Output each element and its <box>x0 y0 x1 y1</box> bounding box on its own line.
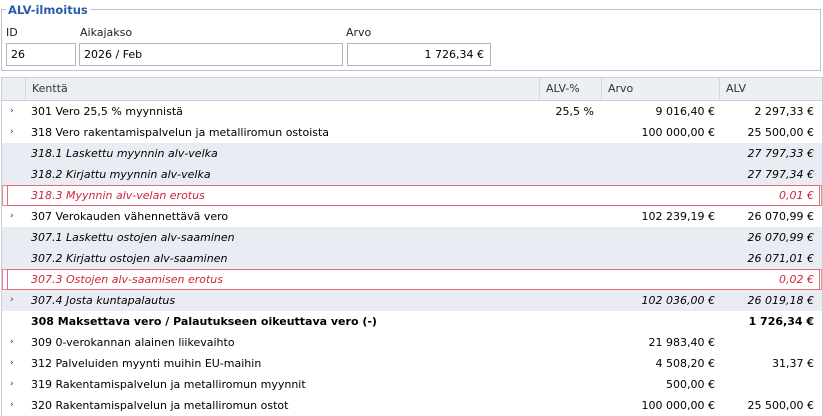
table-row[interactable]: 308 Maksettava vero / Palautukseen oikeu… <box>2 311 822 332</box>
column-header-vat[interactable]: ALV <box>719 78 822 100</box>
row-field-name: 307.4 Josta kuntapalautus <box>31 294 176 307</box>
column-header-field[interactable]: Kenttä <box>25 78 539 100</box>
row-vat-percent <box>539 374 594 395</box>
table-row[interactable]: › 307 Verokauden vähennettävä vero 102 239… <box>2 206 822 227</box>
row-value <box>602 269 715 290</box>
chevron-right-icon[interactable]: › <box>10 395 24 416</box>
row-vat-percent <box>539 185 594 206</box>
period-label: Aikajakso <box>80 26 133 39</box>
row-value: 100 000,00 € <box>641 399 715 412</box>
row-vat: 2 297,33 € <box>754 105 814 118</box>
table-row[interactable]: › 312 Palveluiden myynti muihin EU-maihin… <box>2 353 822 374</box>
row-vat-percent <box>539 353 594 374</box>
row-vat-percent <box>539 164 594 185</box>
chevron-right-icon[interactable]: › <box>10 122 24 143</box>
alv-report-panel: ALV-ilmoitus ID Aikajakso Arvo 26 2026 /… <box>1 3 821 71</box>
row-vat: 26 071,01 € <box>747 252 814 265</box>
column-header-vat-percent[interactable]: ALV-% <box>539 78 601 100</box>
table-row[interactable]: 318.2 Kirjattu myynnin alv-velka 27 797,3… <box>2 164 822 185</box>
table-row[interactable]: 318.1 Laskettu myynnin alv-velka 27 797,3… <box>2 143 822 164</box>
row-vat-percent <box>539 122 594 143</box>
table-row[interactable]: › 319 Rakentamispalvelun ja metalliromun … <box>2 374 822 395</box>
row-value: 102 239,19 € <box>641 210 715 223</box>
chevron-right-icon[interactable]: › <box>10 353 24 374</box>
grid-header: Kenttä ALV-% Arvo ALV <box>2 78 822 101</box>
row-field-name: 312 Palveluiden myynti muihin EU-maihin <box>31 357 262 370</box>
row-vat-percent <box>539 290 594 311</box>
panel-legend: ALV-ilmoitus <box>6 3 90 17</box>
row-field-name: 318.1 Laskettu myynnin alv-velka <box>31 147 218 160</box>
row-value: 100 000,00 € <box>641 126 715 139</box>
table-row[interactable]: 307.1 Laskettu ostojen alv-saaminen 26 07… <box>2 227 822 248</box>
column-header-value[interactable]: Arvo <box>601 78 719 100</box>
chevron-right-icon[interactable]: › <box>10 206 24 227</box>
row-value <box>602 185 715 206</box>
row-value: 102 036,00 € <box>641 294 715 307</box>
period-field[interactable]: 2026 / Feb <box>79 43 343 66</box>
table-row[interactable]: › 320 Rakentamispalvelun ja metalliromun … <box>2 395 822 416</box>
row-vat-percent <box>539 248 594 269</box>
table-row[interactable]: › 301 Vero 25,5 % myynnistä 25,5 % 9 016,40… <box>2 101 822 122</box>
table-row[interactable]: › 318 Vero rakentamispalvelun ja metallir… <box>2 122 822 143</box>
row-vat-percent <box>539 311 594 332</box>
row-vat <box>724 332 814 353</box>
row-field-name: 307 Verokauden vähennettävä vero <box>31 210 229 223</box>
row-value: 21 983,40 € <box>648 336 715 349</box>
row-value <box>602 227 715 248</box>
row-vat: 26 070,99 € <box>747 210 814 223</box>
row-field-name: 320 Rakentamispalvelun ja metalliromun o… <box>31 399 289 412</box>
row-vat-percent <box>539 395 594 416</box>
row-field-name: 301 Vero 25,5 % myynnistä <box>31 105 183 118</box>
row-vat-percent <box>539 206 594 227</box>
row-field-name: 319 Rakentamispalvelun ja metalliromun m… <box>31 378 306 391</box>
table-row[interactable]: 307.2 Kirjattu ostojen alv-saaminen 26 07… <box>2 248 822 269</box>
row-field-name: 309 0-verokannan alainen liikevaihto <box>31 336 235 349</box>
value-label: Arvo <box>346 26 372 39</box>
row-field-name: 307.3 Ostojen alv-saamisen erotus <box>31 273 223 286</box>
row-vat: 25 500,00 € <box>747 399 814 412</box>
row-value: 500,00 € <box>666 378 715 391</box>
chevron-right-icon[interactable]: › <box>10 290 24 311</box>
row-vat-percent <box>539 332 594 353</box>
row-vat: 27 797,33 € <box>747 147 814 160</box>
table-row[interactable]: 307.3 Ostojen alv-saamisen erotus 0,02 € <box>2 269 822 290</box>
row-vat <box>724 374 814 395</box>
row-vat-percent <box>539 227 594 248</box>
row-vat: 26 019,18 € <box>747 294 814 307</box>
row-field-name: 308 Maksettava vero / Palautukseen oikeu… <box>31 315 377 328</box>
row-vat-percent <box>539 269 594 290</box>
row-vat-percent <box>539 143 594 164</box>
row-value: 4 508,20 € <box>655 357 715 370</box>
table-row[interactable]: 318.3 Myynnin alv-velan erotus 0,01 € <box>2 185 822 206</box>
row-value <box>602 311 715 332</box>
chevron-right-icon[interactable]: › <box>10 101 24 122</box>
row-vat-percent: 25,5 % <box>555 105 594 118</box>
id-field[interactable]: 26 <box>6 43 76 66</box>
row-field-name: 307.1 Laskettu ostojen alv-saaminen <box>31 231 235 244</box>
chevron-right-icon[interactable]: › <box>10 374 24 395</box>
row-vat: 0,01 € <box>779 189 814 202</box>
row-field-name: 318 Vero rakentamispalvelun ja metalliro… <box>31 126 330 139</box>
row-vat: 26 070,99 € <box>747 231 814 244</box>
row-vat: 31,37 € <box>772 357 814 370</box>
alv-grid: Kenttä ALV-% Arvo ALV › 301 Vero 25,5 % m… <box>1 77 823 416</box>
row-vat: 1 726,34 € <box>748 315 814 328</box>
row-vat: 25 500,00 € <box>747 126 814 139</box>
row-field-name: 318.3 Myynnin alv-velan erotus <box>31 189 205 202</box>
row-vat: 27 797,34 € <box>747 168 814 181</box>
row-field-name: 318.2 Kirjattu myynnin alv-velka <box>31 168 211 181</box>
row-value <box>602 143 715 164</box>
table-row[interactable]: › 309 0-verokannan alainen liikevaihto 21 … <box>2 332 822 353</box>
table-row[interactable]: › 307.4 Josta kuntapalautus 102 036,00 € 26… <box>2 290 822 311</box>
row-field-name: 307.2 Kirjattu ostojen alv-saaminen <box>31 252 228 265</box>
chevron-right-icon[interactable]: › <box>10 332 24 353</box>
row-vat: 0,02 € <box>779 273 814 286</box>
row-value: 9 016,40 € <box>655 105 715 118</box>
row-value <box>602 164 715 185</box>
id-label: ID <box>6 26 18 39</box>
row-value <box>602 248 715 269</box>
value-field[interactable]: 1 726,34 € <box>347 43 491 66</box>
